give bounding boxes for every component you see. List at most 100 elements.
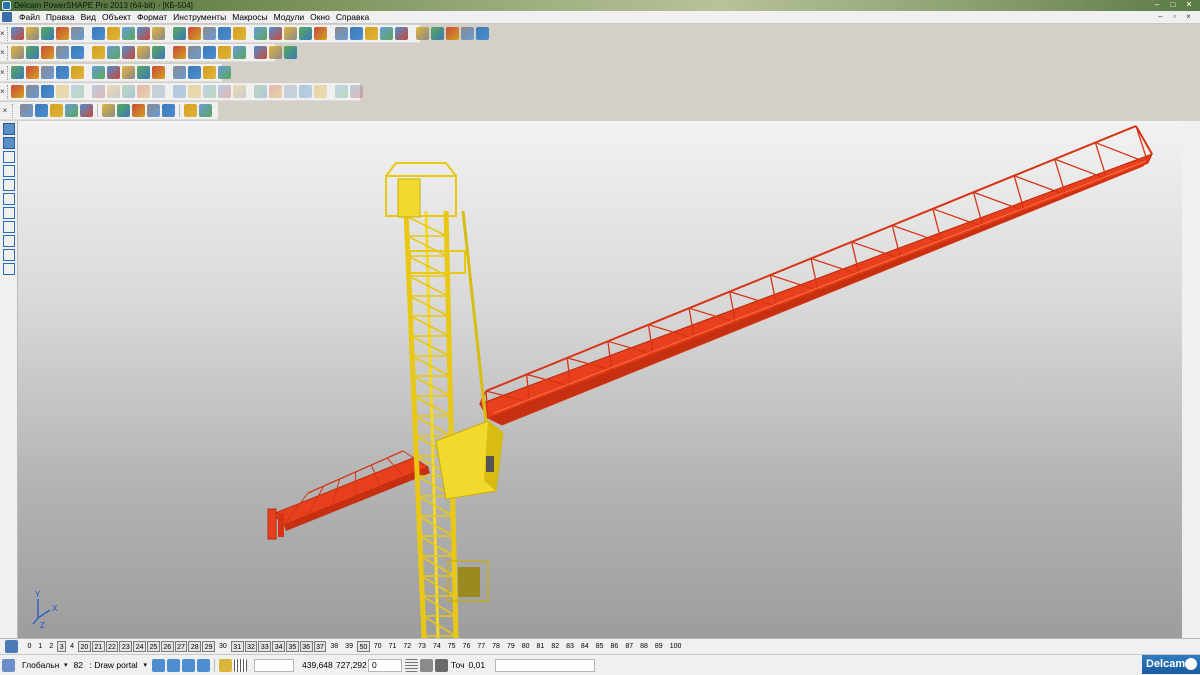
workplane-select[interactable]: Глобальн [20, 660, 60, 670]
print-icon[interactable] [55, 27, 69, 40]
save-icon[interactable] [298, 27, 312, 40]
select-arrow-icon[interactable] [3, 123, 15, 135]
document-icon[interactable] [2, 12, 12, 22]
cut-icon[interactable] [298, 85, 312, 98]
view-front-icon[interactable] [217, 46, 231, 59]
paste-icon[interactable] [106, 27, 120, 40]
render-mode-icon[interactable] [197, 658, 211, 672]
cut-icon[interactable] [136, 85, 150, 98]
cut-icon[interactable] [334, 27, 348, 40]
level-86-button[interactable]: 86 [607, 641, 622, 652]
level-25-button[interactable]: 25 [147, 641, 160, 652]
level-2-button[interactable]: 2 [46, 641, 57, 652]
open-icon[interactable] [283, 27, 297, 40]
level-76-button[interactable]: 76 [459, 641, 474, 652]
menu-view[interactable]: Вид [78, 12, 99, 22]
level-26-button[interactable]: 26 [160, 641, 174, 652]
doc-minimize-button[interactable]: – [1155, 12, 1166, 22]
redo-icon[interactable] [151, 27, 165, 40]
level-icon[interactable] [187, 66, 201, 79]
level-dropdown-icon[interactable]: ▾ [144, 661, 148, 669]
axis-icon[interactable] [35, 104, 48, 117]
level-71-button[interactable]: 71 [385, 641, 400, 652]
shell-icon[interactable] [253, 85, 267, 98]
scale-icon[interactable] [132, 104, 145, 117]
cube-icon[interactable] [50, 104, 63, 117]
level-32-button[interactable]: 32 [244, 641, 258, 652]
view-top-icon[interactable] [25, 46, 39, 59]
toolbar-close-icon[interactable]: × [0, 29, 5, 39]
level-36-button[interactable]: 36 [299, 641, 313, 652]
level-0-button[interactable]: 0 [24, 641, 35, 652]
workplane-dropdown-icon[interactable]: ▾ [64, 661, 68, 669]
level-27-button[interactable]: 27 [174, 641, 188, 652]
menu-tools[interactable]: Инструменты [170, 12, 229, 22]
level-100-button[interactable]: 100 [666, 641, 685, 652]
level-78-button[interactable]: 78 [489, 641, 504, 652]
hole-icon[interactable] [151, 85, 165, 98]
i-beam-icon[interactable] [3, 235, 15, 247]
solid-icon[interactable] [55, 66, 69, 79]
pattern-icon[interactable] [102, 104, 115, 117]
level-89-button[interactable]: 89 [651, 641, 666, 652]
shape-icon[interactable] [20, 104, 33, 117]
level-77-button[interactable]: 77 [474, 641, 489, 652]
level-30-button[interactable]: 30 [216, 641, 231, 652]
redo-icon[interactable] [415, 27, 429, 40]
menu-modules[interactable]: Модули [271, 12, 307, 22]
solid-feature-icon[interactable] [172, 85, 186, 98]
level-22-button[interactable]: 22 [105, 641, 119, 652]
zoom-in-icon[interactable] [70, 46, 84, 59]
shaded-cube-icon[interactable] [187, 46, 201, 59]
boolean-add-icon[interactable] [187, 85, 201, 98]
fillet-icon[interactable] [55, 85, 69, 98]
solid-feature-icon[interactable] [334, 85, 348, 98]
zoom-out-icon[interactable] [91, 46, 105, 59]
text-icon[interactable] [475, 27, 489, 40]
level-34-button[interactable]: 34 [272, 641, 285, 652]
paste-icon[interactable] [364, 27, 378, 40]
copy-icon[interactable] [349, 27, 363, 40]
level-31-button[interactable]: 31 [230, 641, 244, 652]
zoom-in-icon[interactable] [253, 46, 267, 59]
maximize-button[interactable]: □ [1166, 0, 1180, 10]
shell-icon[interactable] [91, 85, 105, 98]
level-81-button[interactable]: 81 [533, 641, 548, 652]
level-24-button[interactable]: 24 [133, 641, 147, 652]
toolbar-close-icon[interactable]: × [0, 48, 5, 58]
level-75-button[interactable]: 75 [444, 641, 459, 652]
view-iso-icon[interactable] [232, 46, 246, 59]
level-50-button[interactable]: 50 [356, 641, 370, 652]
calculator-icon[interactable] [405, 658, 419, 672]
level-80-button[interactable]: 80 [518, 641, 533, 652]
level-28-button[interactable]: 28 [188, 641, 202, 652]
surface-icon[interactable] [40, 66, 54, 79]
menu-file[interactable]: Файл [16, 12, 43, 22]
active-level-select[interactable]: : Draw portal [88, 660, 140, 670]
text-icon[interactable] [217, 27, 231, 40]
snap-mode-icon[interactable] [152, 658, 166, 672]
mirror-icon[interactable] [117, 104, 130, 117]
box-icon[interactable] [121, 66, 135, 79]
level-83-button[interactable]: 83 [563, 641, 578, 652]
new-file-icon[interactable] [268, 27, 282, 40]
level-38-button[interactable]: 38 [327, 641, 342, 652]
coord-input-empty[interactable] [254, 658, 295, 672]
extrude-icon[interactable] [106, 85, 120, 98]
level-37-button[interactable]: 37 [313, 641, 327, 652]
select-icon[interactable] [430, 27, 444, 40]
level-23-button[interactable]: 23 [119, 641, 133, 652]
level-3-button[interactable]: 3 [57, 641, 67, 652]
level-70-button[interactable]: 70 [370, 641, 385, 652]
arc-icon[interactable] [202, 27, 216, 40]
toolbar-close-icon[interactable]: × [0, 106, 10, 116]
doc-restore-button[interactable]: ▫ [1169, 12, 1180, 22]
command-input[interactable] [494, 658, 595, 672]
triangle-icon[interactable] [106, 66, 120, 79]
levels-icon[interactable] [5, 640, 18, 653]
wireframe-icon[interactable] [253, 27, 267, 40]
level-74-button[interactable]: 74 [429, 641, 444, 652]
circle-icon[interactable] [3, 193, 15, 205]
menu-object[interactable]: Объект [99, 12, 134, 22]
view-front-icon[interactable] [40, 46, 54, 59]
